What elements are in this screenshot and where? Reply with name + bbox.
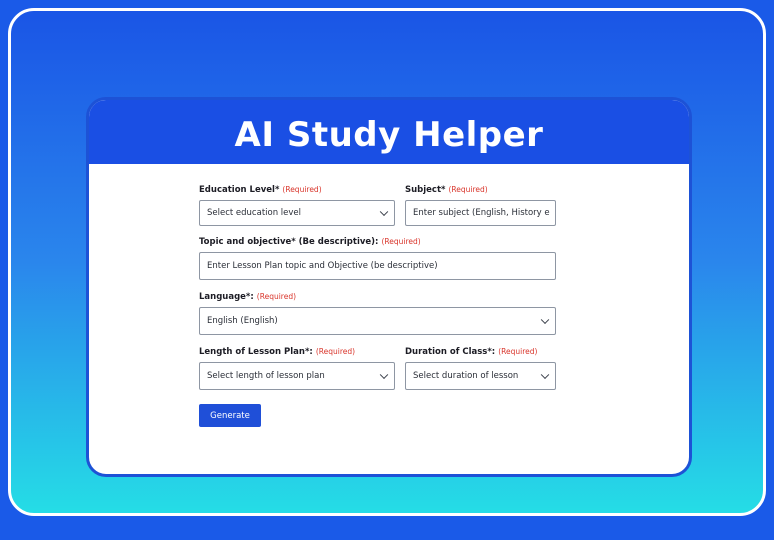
lesson-form: Education Level* (Required) Select educat… <box>199 184 559 427</box>
education-level-label: Education Level* <box>199 185 280 195</box>
chevron-down-icon <box>379 207 389 217</box>
subject-input[interactable]: Enter subject (English, History e <box>405 200 556 226</box>
card-header: AI Study Helper <box>89 100 689 164</box>
required-tag: (Required) <box>315 347 356 356</box>
education-level-field: Education Level* (Required) Select educat… <box>199 184 395 226</box>
topic-label: Topic and objective* (Be descriptive): <box>199 237 379 247</box>
required-tag: (Required) <box>282 185 322 194</box>
chevron-down-icon <box>540 315 550 325</box>
page-title: AI Study Helper <box>234 115 544 155</box>
length-value: Select length of lesson plan <box>207 371 325 381</box>
duration-field: Duration of Class*: (Required) Select dur… <box>405 346 556 390</box>
topic-placeholder: Enter Lesson Plan topic and Objective (b… <box>207 261 438 271</box>
required-tag: (Required) <box>256 292 297 301</box>
topic-field: Topic and objective* (Be descriptive): (R… <box>199 236 556 280</box>
length-select[interactable]: Select length of lesson plan <box>199 362 395 390</box>
length-label: Length of Lesson Plan*: <box>199 347 313 357</box>
required-tag: (Required) <box>448 185 488 194</box>
language-field: Language*: (Required) English (English) <box>199 291 556 335</box>
duration-label: Duration of Class*: <box>405 347 496 357</box>
language-value: English (English) <box>207 316 278 326</box>
length-field: Length of Lesson Plan*: (Required) Select… <box>199 346 395 390</box>
language-select[interactable]: English (English) <box>199 307 556 335</box>
required-tag: (Required) <box>498 347 538 356</box>
generate-button[interactable]: Generate <box>199 404 261 427</box>
subject-label: Subject* <box>405 185 446 195</box>
chevron-down-icon <box>540 370 550 380</box>
education-level-value: Select education level <box>207 208 302 218</box>
duration-value: Select duration of lesson <box>413 371 519 381</box>
chevron-down-icon <box>379 370 389 380</box>
study-helper-card: AI Study Helper Education Level* (Require… <box>86 97 692 477</box>
outer-frame: AI Study Helper Education Level* (Require… <box>8 8 766 516</box>
education-level-select[interactable]: Select education level <box>199 200 395 226</box>
duration-select[interactable]: Select duration of lesson <box>405 362 556 390</box>
language-label: Language*: <box>199 292 254 302</box>
required-tag: (Required) <box>381 237 421 246</box>
subject-placeholder: Enter subject (English, History e <box>413 208 550 218</box>
subject-field: Subject* (Required) Enter subject (Englis… <box>405 184 556 226</box>
topic-input[interactable]: Enter Lesson Plan topic and Objective (b… <box>199 252 556 280</box>
